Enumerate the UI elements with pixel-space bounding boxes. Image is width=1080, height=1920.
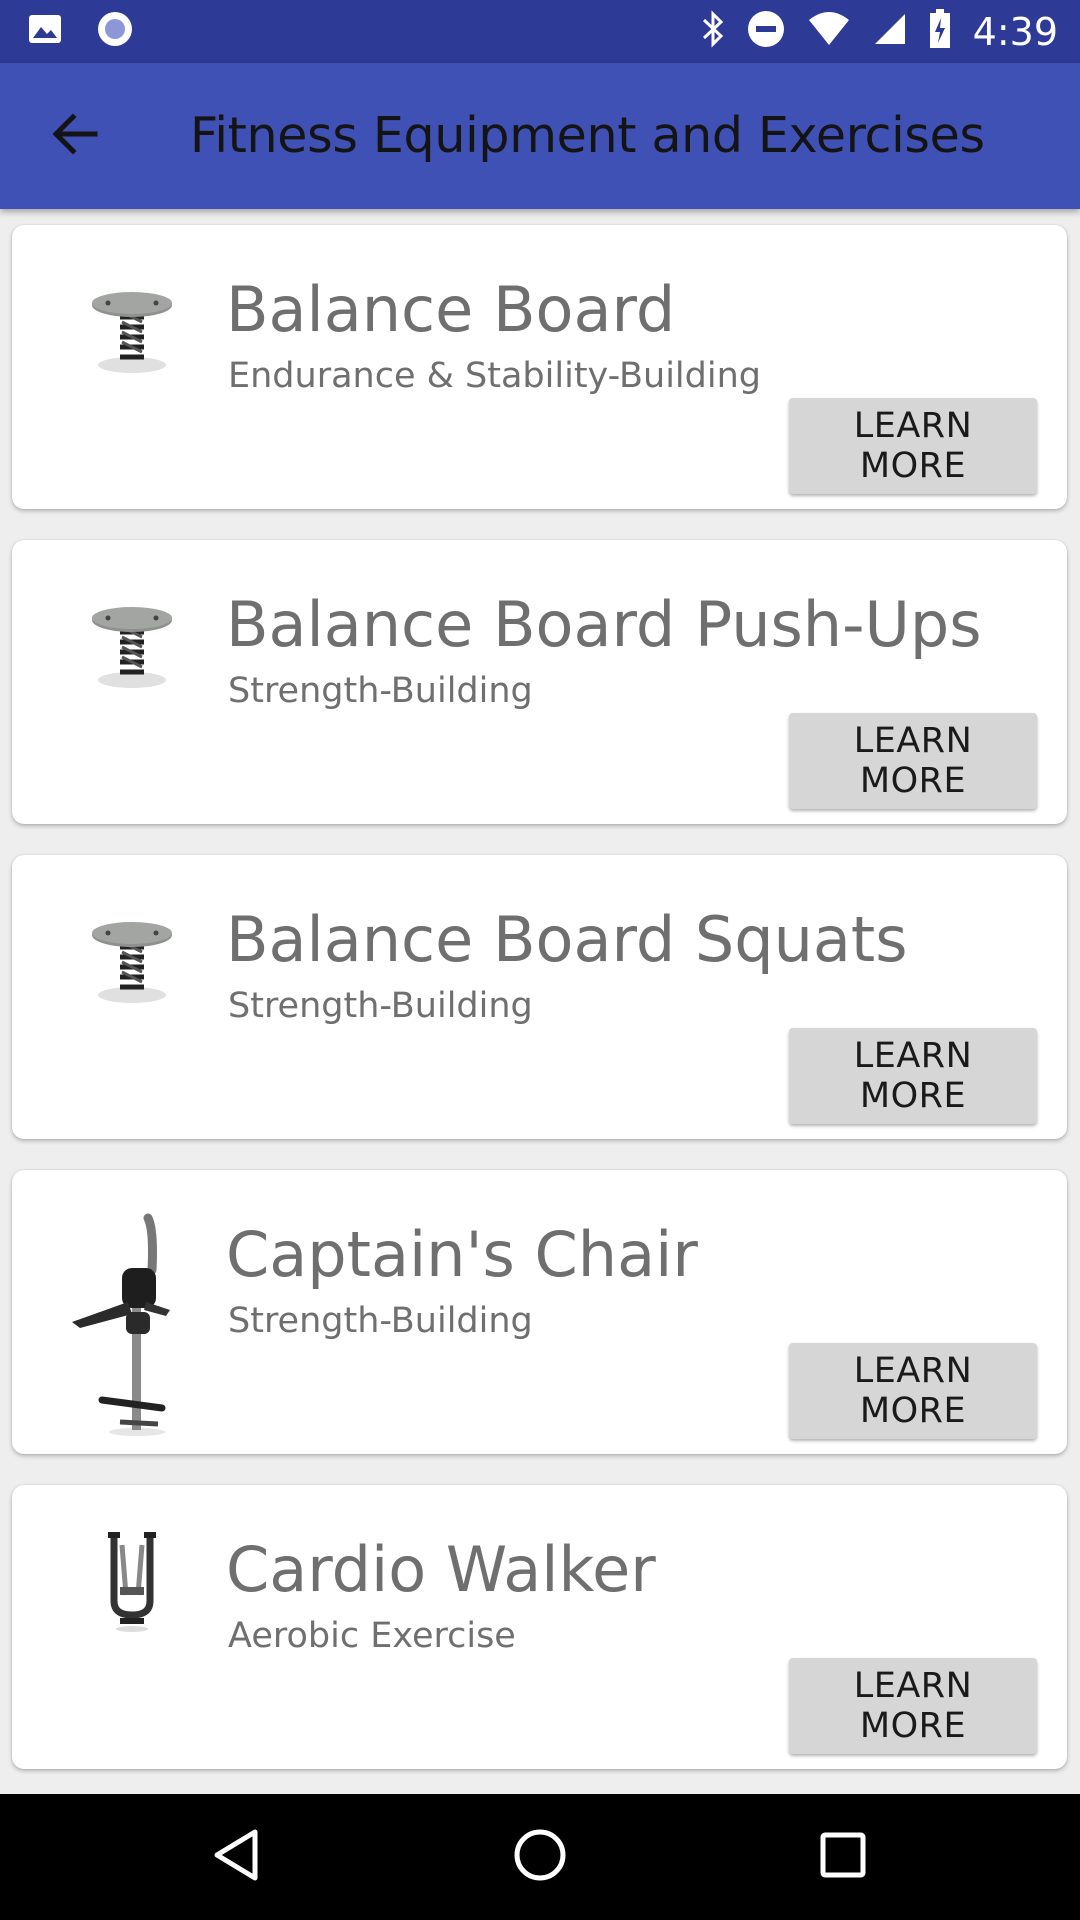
learn-more-button[interactable]: LEARN MORE <box>789 1343 1037 1439</box>
page-title: Fitness Equipment and Exercises <box>190 107 985 164</box>
nav-recents-button[interactable] <box>813 1827 873 1887</box>
learn-more-button[interactable]: LEARN MORE <box>789 1658 1037 1754</box>
learn-more-button[interactable]: LEARN MORE <box>789 713 1037 809</box>
arrow-back-icon <box>51 112 99 160</box>
recents-square-icon <box>819 1831 867 1884</box>
item-title: Cardio Walker <box>226 1533 656 1606</box>
do-not-disturb-icon <box>747 10 785 53</box>
list-item[interactable]: Cardio Walker Aerobic Exercise LEARN MOR… <box>12 1485 1067 1769</box>
list-item[interactable]: Balance Board Squats Strength-Building L… <box>12 855 1067 1139</box>
back-triangle-icon <box>211 1828 261 1887</box>
nav-home-button[interactable] <box>510 1827 570 1887</box>
status-bar: 4:39 <box>0 0 1080 63</box>
learn-more-button[interactable]: LEARN MORE <box>789 398 1037 494</box>
item-subtitle: Strength-Building <box>228 1301 533 1341</box>
status-time: 4:39 <box>972 9 1058 54</box>
balance-board-image <box>62 580 202 720</box>
signal-icon <box>873 12 907 51</box>
wifi-icon <box>807 12 851 51</box>
home-circle-icon <box>513 1828 567 1887</box>
list-item[interactable]: Balance Board Endurance & Stability-Buil… <box>12 225 1067 509</box>
balance-board-image <box>62 895 202 1035</box>
item-title: Balance Board Push-Ups <box>226 588 982 661</box>
equipment-list[interactable]: Balance Board Endurance & Stability-Buil… <box>0 209 1080 1794</box>
item-subtitle: Strength-Building <box>228 671 533 711</box>
cardio-walker-image <box>62 1525 202 1665</box>
navigation-bar <box>0 1794 1080 1920</box>
image-icon <box>28 14 62 49</box>
record-icon <box>96 10 134 53</box>
captains-chair-image <box>62 1210 202 1440</box>
app-bar: Fitness Equipment and Exercises <box>0 63 1080 209</box>
learn-more-button[interactable]: LEARN MORE <box>789 1028 1037 1124</box>
list-item[interactable]: Captain's Chair Strength-Building LEARN … <box>12 1170 1067 1454</box>
item-subtitle: Strength-Building <box>228 986 533 1026</box>
nav-back-button[interactable] <box>206 1827 266 1887</box>
bluetooth-icon <box>701 10 725 53</box>
item-title: Balance Board Squats <box>226 903 908 976</box>
item-subtitle: Endurance & Stability-Building <box>228 356 761 396</box>
item-subtitle: Aerobic Exercise <box>228 1616 516 1656</box>
item-title: Balance Board <box>226 273 676 346</box>
balance-board-image <box>62 265 202 405</box>
back-button[interactable] <box>38 99 112 173</box>
item-title: Captain's Chair <box>226 1218 698 1291</box>
battery-charging-icon <box>929 9 951 54</box>
list-item[interactable]: Balance Board Push-Ups Strength-Building… <box>12 540 1067 824</box>
